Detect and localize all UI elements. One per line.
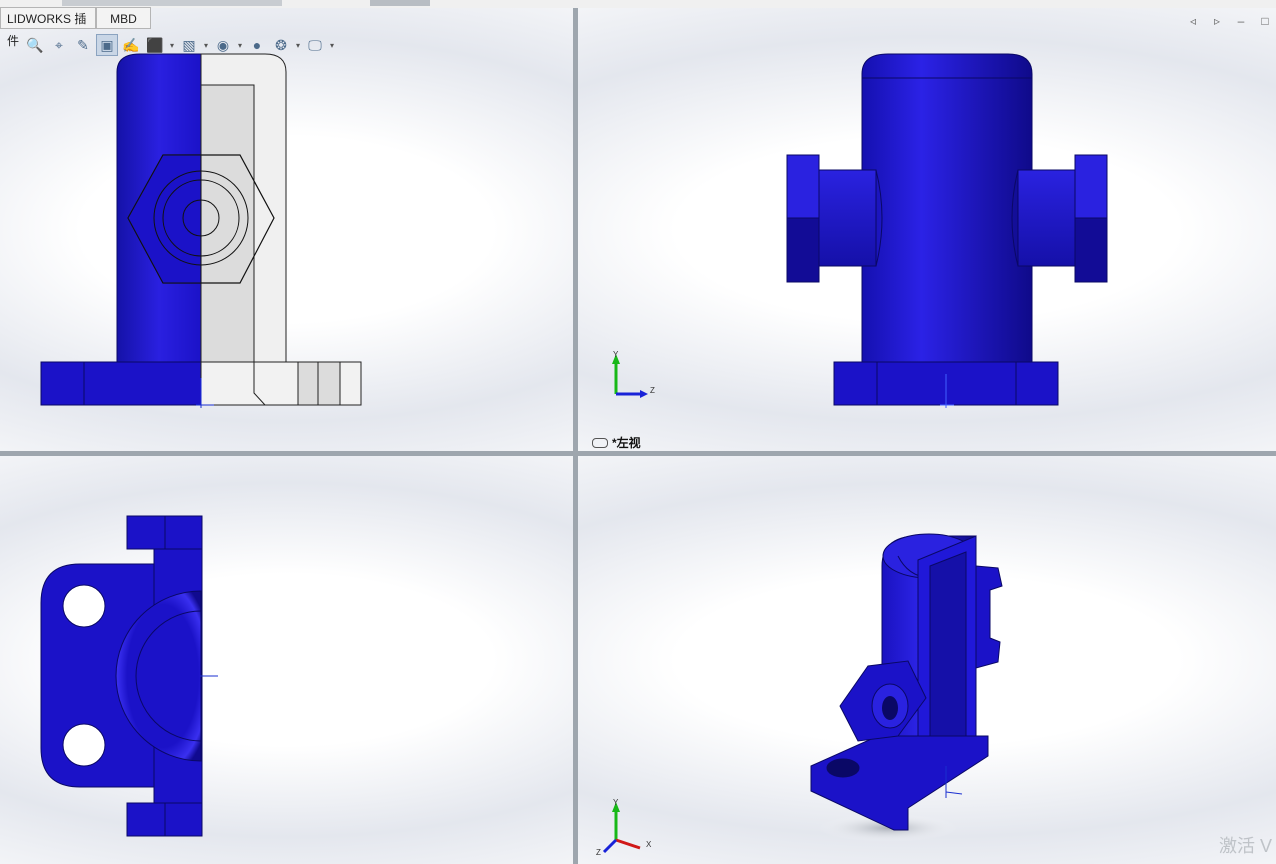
tab-strip-hint	[62, 0, 282, 6]
display-style-dropdown-icon[interactable]: ▾	[202, 34, 210, 56]
triad-x-label: X	[646, 840, 652, 849]
tab-solidworks-addins[interactable]: LIDWORKS 插件	[0, 7, 96, 48]
previous-viewport-icon[interactable]: ◃	[1186, 14, 1200, 28]
viewport-splitter-horizontal[interactable]	[0, 451, 1276, 456]
view-orientation-dropdown-icon[interactable]: ▾	[168, 34, 176, 56]
tab-strip-active-hint	[370, 0, 430, 6]
view-orientation-icon[interactable]: ⬛	[144, 34, 166, 56]
view-settings-dropdown-icon[interactable]: ▾	[328, 34, 336, 56]
viewport-left-view[interactable]: Y Z	[578, 8, 1276, 451]
apply-scene-icon[interactable]: ❂	[270, 34, 292, 56]
left-view-drawing	[612, 53, 1108, 408]
triad-y-label: Y	[613, 798, 619, 807]
dynamic-annotation-icon[interactable]: ✍	[120, 34, 142, 56]
hide-show-dropdown-icon[interactable]: ▾	[236, 34, 244, 56]
minimize-icon[interactable]: –	[1234, 14, 1248, 28]
viewport-window-controls: ◃ ▹ – □	[1186, 14, 1272, 28]
previous-view-icon[interactable]: ✎	[72, 34, 94, 56]
edit-appearance-icon[interactable]: ●	[246, 34, 268, 56]
viewport-top-section[interactable]	[0, 456, 573, 864]
isometric-drawing	[602, 533, 1003, 854]
viewport-isometric[interactable]: Y X Z	[578, 456, 1276, 864]
viewport-splitter-vertical[interactable]	[573, 8, 578, 864]
viewport-label-text: *左视	[612, 436, 641, 450]
restore-icon[interactable]: □	[1258, 14, 1272, 28]
tab-mbd[interactable]: MBD	[96, 7, 151, 29]
zoom-area-icon[interactable]: ⌖	[48, 34, 70, 56]
triad-z-label: Z	[650, 386, 655, 395]
section-view-icon[interactable]: ▣	[96, 34, 118, 56]
viewport-label: *左视	[592, 434, 641, 451]
link-view-icon[interactable]	[592, 437, 608, 448]
apply-scene-dropdown-icon[interactable]: ▾	[294, 34, 302, 56]
triad-z-label: Z	[596, 848, 601, 857]
top-section-drawing	[40, 515, 218, 837]
activation-watermark: 激活 V	[1218, 836, 1272, 856]
zoom-to-fit-icon[interactable]: 🔍	[24, 34, 46, 56]
heads-up-view-toolbar: 🔍 ⌖ ✎ ▣ ✍ ⬛ ▾ ▧ ▾ ◉ ▾ ● ❂ ▾ 🖵 ▾	[24, 34, 336, 56]
front-section-drawing	[40, 53, 362, 408]
triad-y-label: Y	[613, 350, 619, 359]
display-style-icon[interactable]: ▧	[178, 34, 200, 56]
viewport-front-section[interactable]	[0, 8, 573, 451]
view-settings-icon[interactable]: 🖵	[304, 34, 326, 56]
next-viewport-icon[interactable]: ▹	[1210, 14, 1224, 28]
hide-show-items-icon[interactable]: ◉	[212, 34, 234, 56]
